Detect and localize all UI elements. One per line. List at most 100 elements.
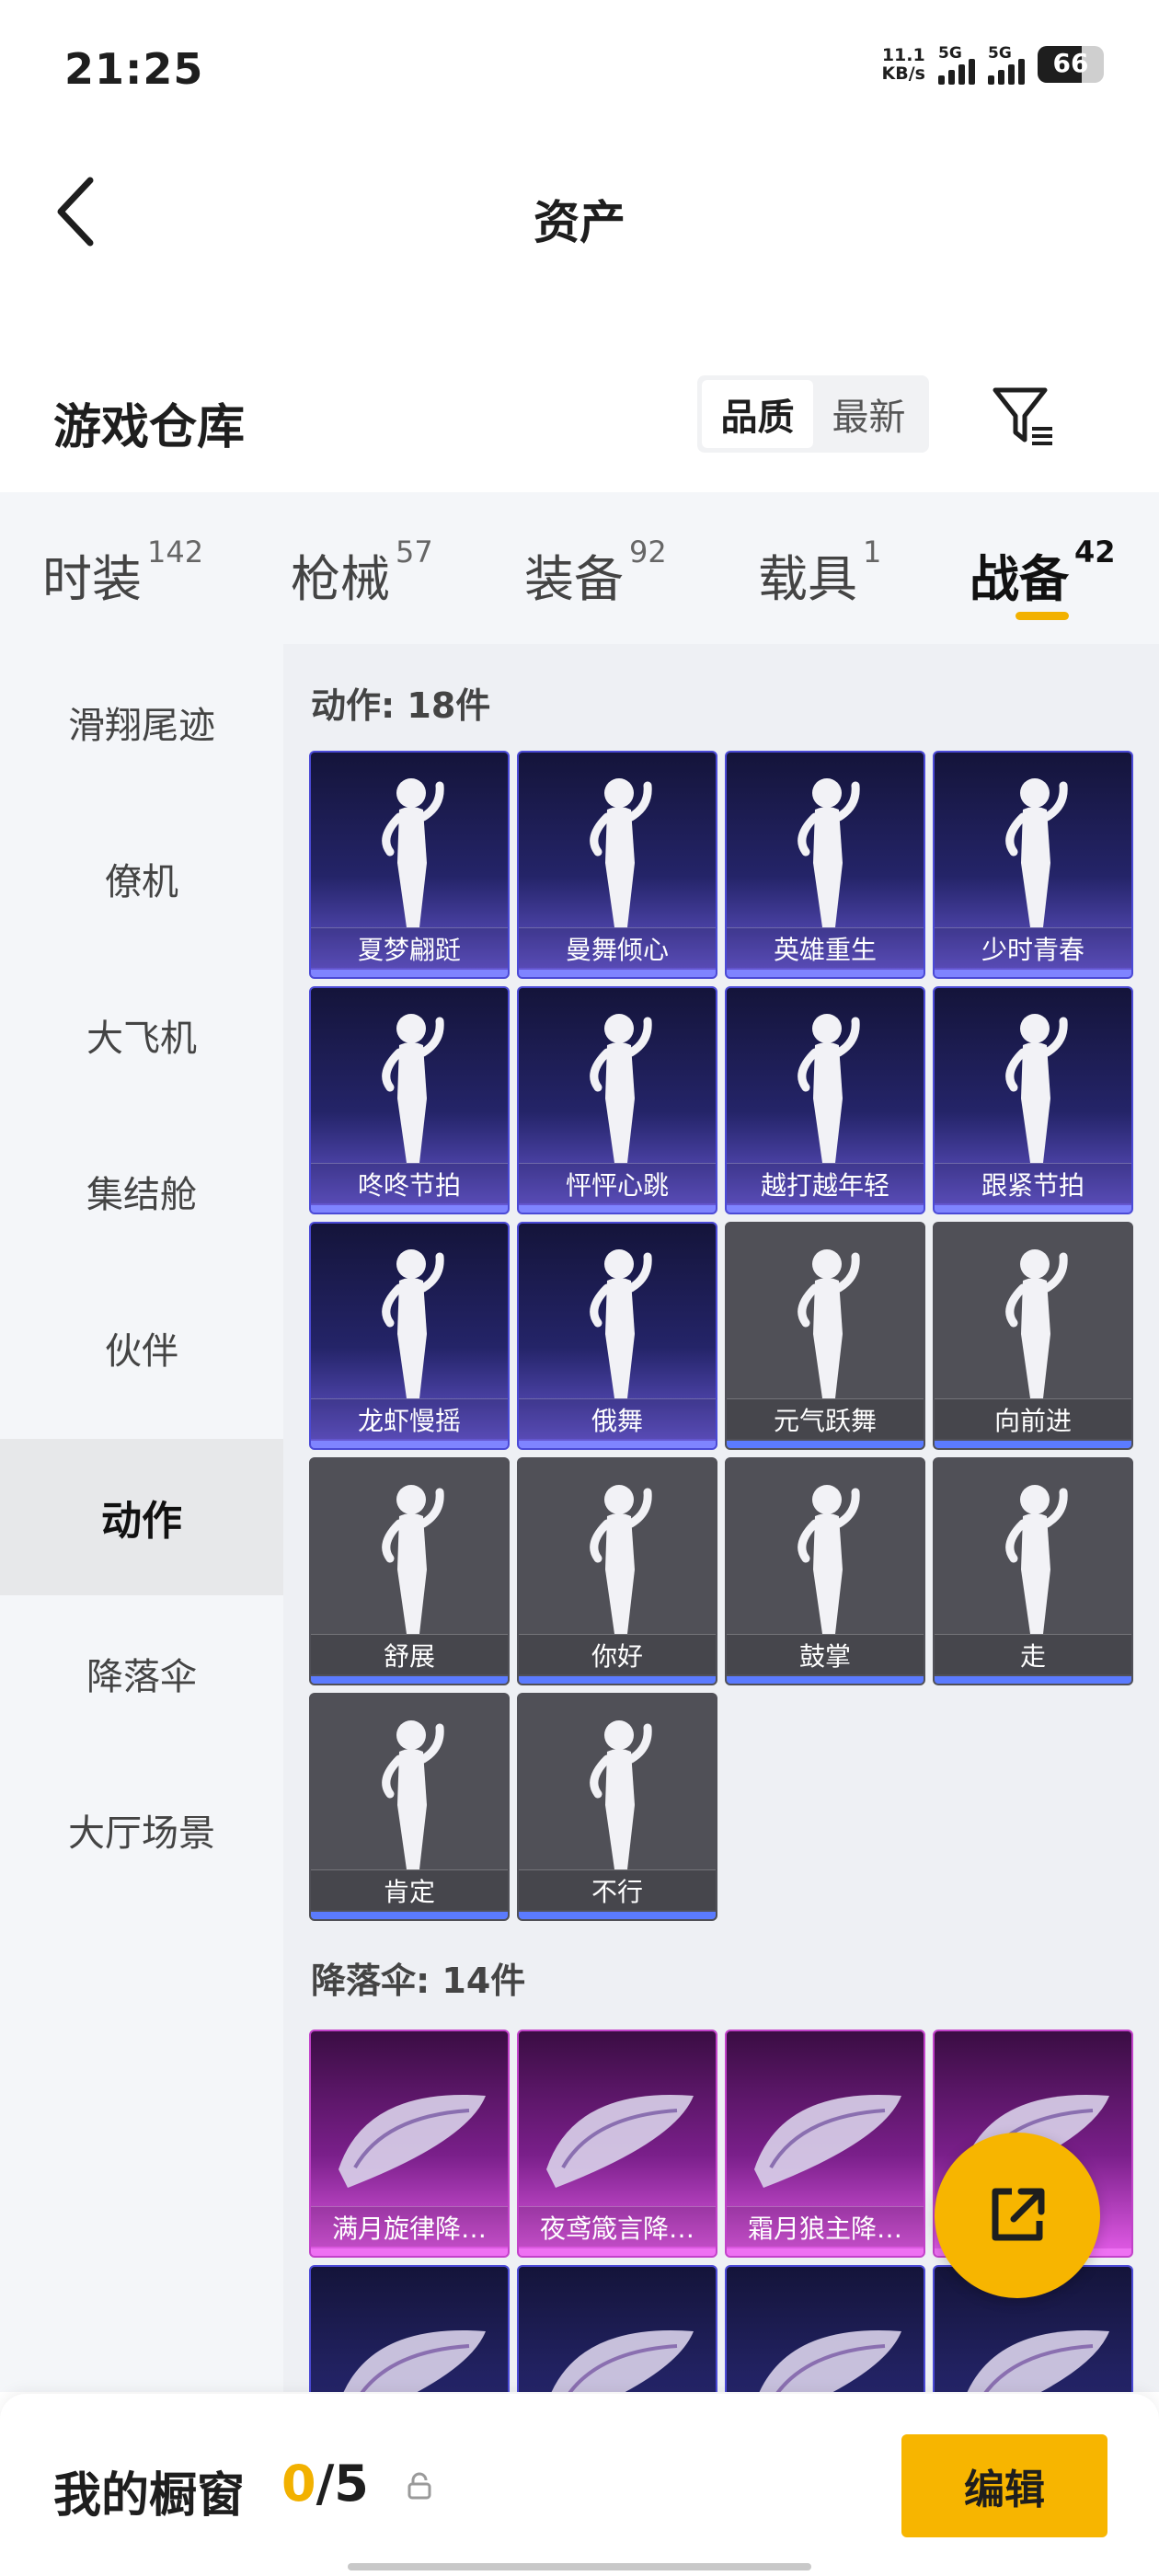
sort-quality-button[interactable]: 品质 [702,380,813,448]
rarity-bar [727,970,924,977]
parachute-card[interactable]: 满月旋律降… [309,2030,510,2258]
filter-button[interactable] [986,379,1060,453]
emote-figure-image [798,1014,860,1163]
active-tab-indicator [1016,612,1069,620]
emote-card[interactable]: 夏梦翩跹 [309,751,510,979]
rarity-bar [519,1676,716,1684]
tab-label: 枪械 [291,550,390,608]
card-label: 曼舞倾心 [519,927,716,968]
emote-card[interactable]: 不行 [517,1693,717,1921]
emote-card[interactable]: 少时青春 [933,751,1133,979]
parachute-card[interactable] [517,2265,717,2392]
tab-weapons[interactable]: 枪械 57 [291,535,433,611]
tab-label: 载具 [758,550,857,608]
card-label: 英雄重生 [727,927,924,968]
emote-card[interactable]: 曼舞倾心 [517,751,717,979]
emote-card[interactable]: 跟紧节拍 [933,986,1133,1214]
app-header: 资产 [0,138,1159,285]
rarity-bar [519,1205,716,1213]
tab-combat-gear[interactable]: 战备 42 [970,535,1116,611]
sidebar-item-big-plane[interactable]: 大飞机 [0,957,283,1113]
parachute-card[interactable] [309,2265,510,2392]
sidebar-item-companion[interactable]: 伙伴 [0,1270,283,1426]
tab-vehicles[interactable]: 载具 1 [758,535,882,611]
tab-label: 战备 [970,550,1069,608]
card-label: 舒展 [311,1634,508,1674]
battery-level: 66 [1052,48,1089,78]
network-speed: 11.1 KB/s [882,46,925,83]
sidebar-item-parachute[interactable]: 降落伞 [0,1595,283,1752]
emote-card[interactable]: 怦怦心跳 [517,986,717,1214]
section-title-emotes: 动作: 18件 [311,685,491,726]
sort-newest-button[interactable]: 最新 [813,380,924,448]
rarity-bar [311,1912,508,1919]
emote-card[interactable]: 咚咚节拍 [309,986,510,1214]
card-label: 怦怦心跳 [519,1163,716,1203]
emote-card[interactable]: 越打越年轻 [725,986,925,1214]
sidebar-item-emotes[interactable]: 动作 [0,1439,283,1595]
card-label: 肯定 [311,1869,508,1910]
emote-card[interactable]: 俄舞 [517,1222,717,1450]
card-label: 少时青春 [935,927,1131,968]
status-bar: 21:25 11.1 KB/s 5G 5G 66 [0,0,1159,138]
rarity-bar [727,2248,924,2256]
emote-figure-image [1005,1014,1068,1163]
warehouse-title: 游戏仓库 [53,400,246,455]
emote-figure-image [590,1249,652,1398]
tab-fashion[interactable]: 时装 142 [42,535,204,611]
rarity-bar [311,970,508,977]
emote-figure-image [590,778,652,927]
emote-card[interactable]: 向前进 [933,1222,1133,1450]
category-tabs: 时装 142 枪械 57 装备 92 载具 1 战备 42 [0,492,1159,644]
emote-card[interactable]: 鼓掌 [725,1457,925,1685]
emote-card[interactable]: 舒展 [309,1457,510,1685]
rarity-bar [519,1441,716,1448]
signal-label: 5G [938,44,962,63]
showcase-title: 我的橱窗 [53,2468,246,2524]
warehouse-header: 游戏仓库 品质 最新 [0,368,1159,488]
emote-figure-image [382,1249,444,1398]
parachute-card[interactable] [725,2265,925,2392]
showcase-count: 0/5 [281,2455,369,2513]
emote-figure-image [1005,1485,1068,1634]
parachute-image [754,2095,901,2188]
emote-card[interactable]: 你好 [517,1457,717,1685]
signal-label: 5G [988,44,1012,63]
share-button[interactable] [935,2133,1100,2298]
emote-figure-image [590,1485,652,1634]
emote-card[interactable]: 英雄重生 [725,751,925,979]
sidebar-item-glide-trail[interactable]: 滑翔尾迹 [0,644,283,800]
tab-count: 1 [863,535,882,569]
card-label: 俄舞 [519,1398,716,1439]
tab-equipment[interactable]: 装备 92 [524,535,667,611]
network-speed-value: 11.1 [881,45,925,65]
card-label: 不行 [519,1869,716,1910]
battery-icon: 66 [1038,46,1104,83]
emote-figure-image [798,1485,860,1634]
sidebar-item-lobby-scene[interactable]: 大厅场景 [0,1752,283,1908]
parachute-image [551,2330,694,2392]
lock-icon [407,2472,431,2500]
emote-card[interactable]: 肯定 [309,1693,510,1921]
card-label: 越打越年轻 [727,1163,924,1203]
parachute-card[interactable]: 霜月狼主降… [725,2030,925,2258]
emote-card[interactable]: 龙虾慢摇 [309,1222,510,1450]
tab-count: 142 [147,535,204,569]
card-label: 元气跃舞 [727,1398,924,1439]
sidebar-item-wingman[interactable]: 僚机 [0,800,283,957]
card-label: 夏梦翩跹 [311,927,508,968]
signal-icon: 5G [938,44,975,85]
emote-card[interactable]: 走 [933,1457,1133,1685]
tab-count: 57 [396,535,433,569]
parachute-card[interactable]: 夜鸢箴言降… [517,2030,717,2258]
sidebar-item-assembly-pod[interactable]: 集结舱 [0,1113,283,1270]
rarity-bar [935,1205,1131,1213]
showcase-count-total: /5 [316,2455,369,2513]
rarity-bar [311,1676,508,1684]
item-list: 动作: 18件 夏梦翩跹 曼舞倾心 英雄重生 少时青春咚咚节拍 怦怦心跳 越打越年轻 跟紧节… [283,644,1159,2392]
showcase-bar: 我的橱窗 0/5 编辑 [0,2394,1159,2576]
emote-card[interactable]: 元气跃舞 [725,1222,925,1450]
filter-icon [993,387,1052,445]
edit-showcase-button[interactable]: 编辑 [901,2434,1107,2537]
parachute-image [339,2095,486,2188]
